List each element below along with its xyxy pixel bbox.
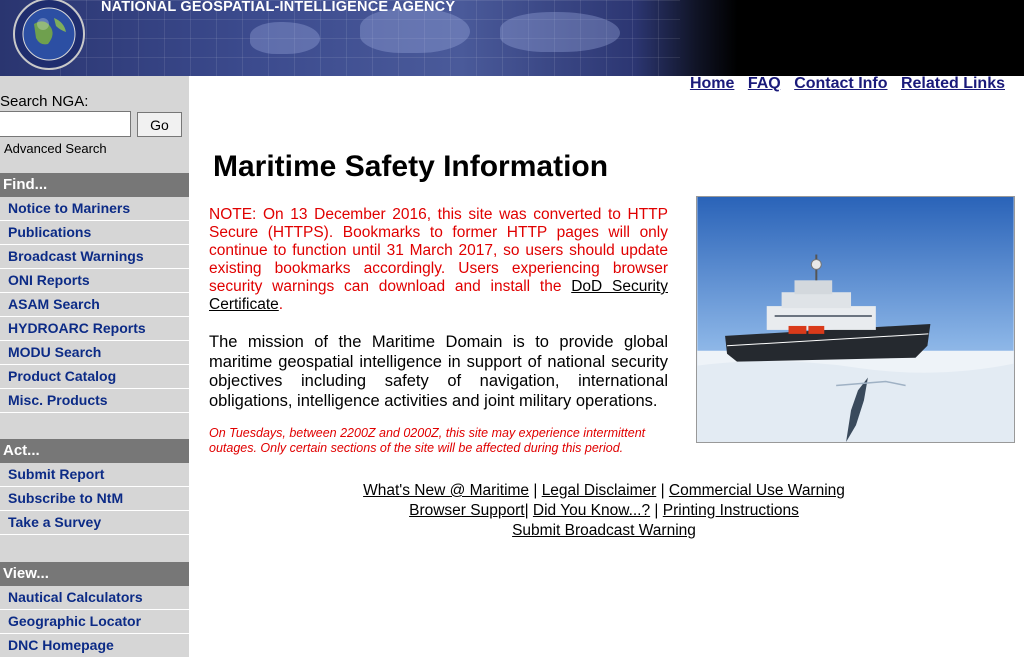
section-heading-find: Find... [0,173,189,197]
browser-support-link[interactable]: Browser Support [409,502,524,519]
search-label: Search NGA: [0,93,89,110]
outage-notice: On Tuesdays, between 2200Z and 0200Z, th… [209,426,646,455]
top-navigation: Home FAQ Contact Info Related Links [681,75,1005,93]
separator: | [650,502,663,519]
sidebar-item-publications[interactable]: Publications [0,221,189,245]
separator: | [529,482,542,499]
submit-broadcast-warning-link[interactable]: Submit Broadcast Warning [512,522,696,539]
home-link[interactable]: Home [690,75,734,92]
sidebar-item-broadcast-warnings[interactable]: Broadcast Warnings [0,245,189,269]
faq-link[interactable]: FAQ [748,75,781,92]
sidebar-item-asam-search[interactable]: ASAM Search [0,293,189,317]
sidebar-item-subscribe-ntm[interactable]: Subscribe to NtM [0,487,189,511]
footer-row: What's New @ Maritime | Legal Disclaimer… [209,481,999,501]
footer-links: What's New @ Maritime | Legal Disclaimer… [209,481,999,541]
did-you-know-link[interactable]: Did You Know...? [533,502,650,519]
mission-statement: The mission of the Maritime Domain is to… [209,333,668,410]
sidebar-item-nautical-calculators[interactable]: Nautical Calculators [0,586,189,610]
legal-disclaimer-link[interactable]: Legal Disclaimer [542,482,657,499]
https-notice: NOTE: On 13 December 2016, this site was… [209,206,668,314]
sidebar-item-geographic-locator[interactable]: Geographic Locator [0,610,189,634]
sidebar-item-hydroarc-reports[interactable]: HYDROARC Reports [0,317,189,341]
notice-end: . [278,296,284,313]
agency-title: NATIONAL GEOSPATIAL-INTELLIGENCE AGENCY [101,0,456,15]
continent-shape [250,22,320,54]
nga-seal-icon[interactable] [10,0,88,72]
site-banner: NATIONAL GEOSPATIAL-INTELLIGENCE AGENCY [0,0,1024,76]
sidebar-item-dnc-homepage[interactable]: DNC Homepage [0,634,189,658]
separator: | [656,482,669,499]
sidebar-item-oni-reports[interactable]: ONI Reports [0,269,189,293]
separator: | [524,502,533,519]
printing-instructions-link[interactable]: Printing Instructions [663,502,799,519]
sidebar-item-submit-report[interactable]: Submit Report [0,463,189,487]
sidebar-item-notice-to-mariners[interactable]: Notice to Mariners [0,197,189,221]
section-heading-act: Act... [0,439,189,463]
footer-row: Submit Broadcast Warning [209,521,999,541]
search-input[interactable] [0,111,131,137]
commercial-use-warning-link[interactable]: Commercial Use Warning [669,482,845,499]
sidebar-item-take-survey[interactable]: Take a Survey [0,511,189,535]
page-title: Maritime Safety Information [213,150,609,183]
sidebar-item-product-catalog[interactable]: Product Catalog [0,365,189,389]
sidebar-item-modu-search[interactable]: MODU Search [0,341,189,365]
sidebar: Search NGA: Go Advanced Search Find... N… [0,76,189,658]
continent-shape [500,12,620,52]
whats-new-link[interactable]: What's New @ Maritime [363,482,529,499]
section-heading-view: View... [0,562,189,586]
icebreaker-ship-photo [696,196,1015,443]
go-button[interactable]: Go [137,112,182,137]
advanced-search-link[interactable]: Advanced Search [4,141,107,156]
sidebar-item-misc-products[interactable]: Misc. Products [0,389,189,413]
contact-info-link[interactable]: Contact Info [794,75,887,92]
footer-row: Browser Support| Did You Know...? | Prin… [209,501,999,521]
related-links-link[interactable]: Related Links [901,75,1005,92]
